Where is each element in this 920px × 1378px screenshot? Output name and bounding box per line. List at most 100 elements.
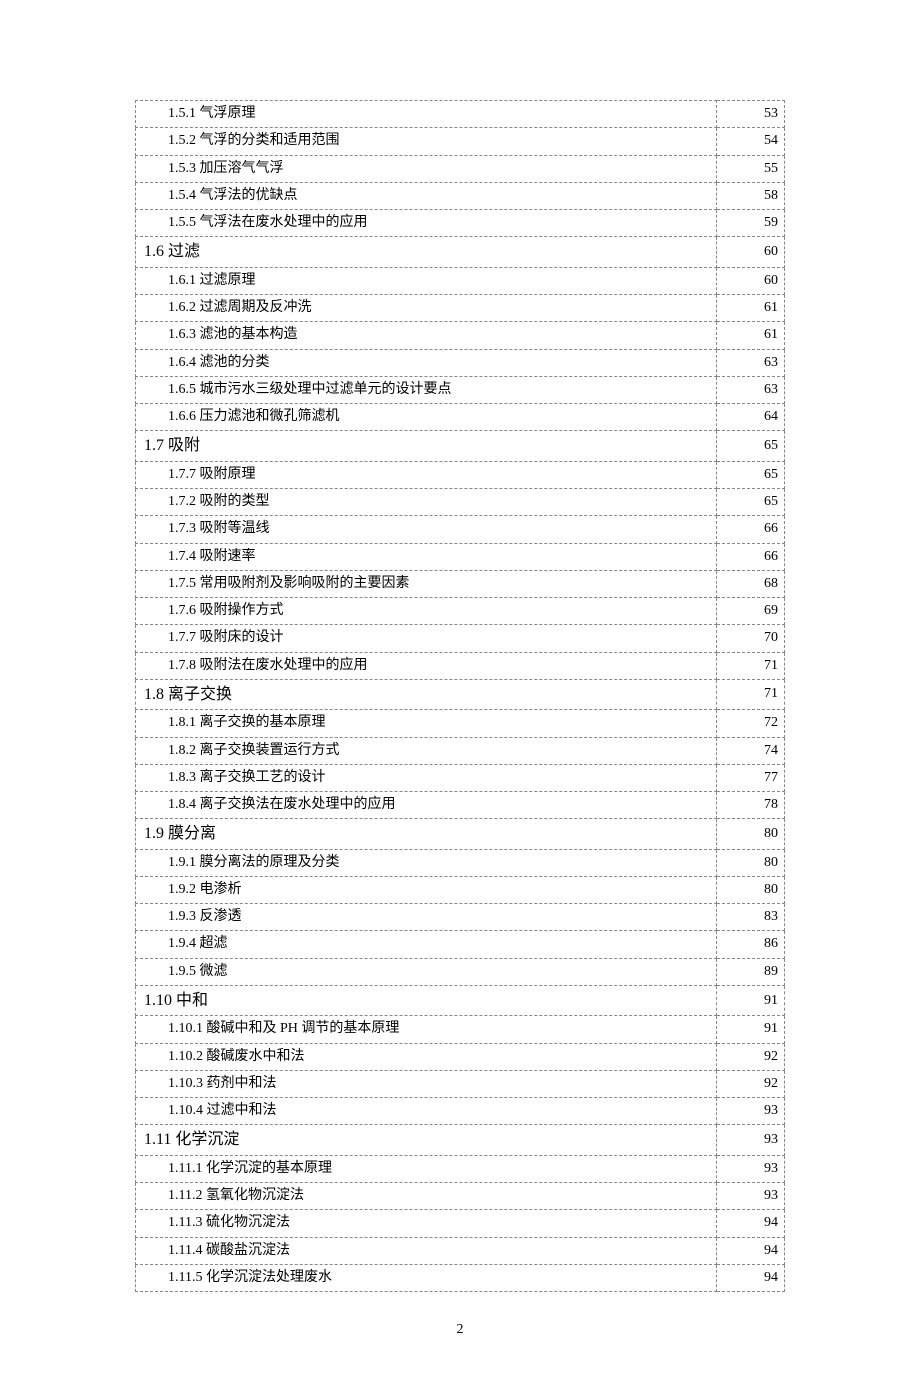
- toc-row: 1.10.3 药剂中和法92: [136, 1070, 785, 1097]
- toc-row: 1.9.2 电渗析80: [136, 876, 785, 903]
- toc-entry-title: 1.9.5 微滤: [136, 958, 717, 985]
- toc-entry-text: 吸附原理: [196, 467, 256, 482]
- toc-entry-page: 91: [717, 1016, 785, 1043]
- toc-entry-number: 1.7.7: [168, 630, 196, 645]
- toc-row: 1.7.3 吸附等温线66: [136, 516, 785, 543]
- toc-entry-text: 中和: [172, 992, 208, 1009]
- toc-entry-page: 80: [717, 876, 785, 903]
- toc-entry-page: 63: [717, 376, 785, 403]
- toc-row: 1.5.5 气浮法在废水处理中的应用59: [136, 210, 785, 237]
- toc-row: 1.5.3 加压溶气气浮55: [136, 155, 785, 182]
- toc-entry-number: 1.5.5: [168, 215, 196, 230]
- toc-entry-text: 吸附: [164, 437, 200, 454]
- toc-row: 1.6.5 城市污水三级处理中过滤单元的设计要点63: [136, 376, 785, 403]
- toc-row: 1.11.3 硫化物沉淀法94: [136, 1210, 785, 1237]
- toc-entry-text: 酸碱中和及 PH 调节的基本原理: [203, 1021, 399, 1036]
- toc-entry-page: 66: [717, 543, 785, 570]
- toc-entry-text: 吸附速率: [196, 549, 256, 564]
- toc-entry-number: 1.6.5: [168, 382, 196, 397]
- toc-entry-title: 1.8.2 离子交换装置运行方式: [136, 737, 717, 764]
- toc-entry-title: 1.6.6 压力滤池和微孔筛滤机: [136, 404, 717, 431]
- toc-entry-text: 膜分离: [164, 825, 216, 842]
- toc-entry-page: 70: [717, 625, 785, 652]
- toc-row: 1.9 膜分离80: [136, 819, 785, 849]
- toc-entry-number: 1.9.2: [168, 882, 196, 897]
- toc-entry-title: 1.6 过滤: [136, 237, 717, 267]
- toc-entry-page: 91: [717, 986, 785, 1016]
- toc-entry-text: 离子交换装置运行方式: [196, 743, 340, 758]
- toc-row: 1.8 离子交换71: [136, 680, 785, 710]
- toc-entry-title: 1.7.7 吸附原理: [136, 461, 717, 488]
- toc-entry-title: 1.11 化学沉淀: [136, 1125, 717, 1155]
- toc-entry-number: 1.6.6: [168, 409, 196, 424]
- toc-row: 1.5.4 气浮法的优缺点58: [136, 182, 785, 209]
- toc-entry-text: 药剂中和法: [203, 1076, 277, 1091]
- toc-entry-title: 1.7.2 吸附的类型: [136, 488, 717, 515]
- toc-entry-page: 69: [717, 598, 785, 625]
- toc-entry-title: 1.9.1 膜分离法的原理及分类: [136, 849, 717, 876]
- toc-entry-page: 92: [717, 1070, 785, 1097]
- toc-entry-page: 92: [717, 1043, 785, 1070]
- toc-entry-number: 1.6.3: [168, 327, 196, 342]
- toc-entry-page: 71: [717, 652, 785, 679]
- toc-row: 1.7 吸附65: [136, 431, 785, 461]
- toc-entry-number: 1.8.3: [168, 770, 196, 785]
- toc-entry-title: 1.5.3 加压溶气气浮: [136, 155, 717, 182]
- toc-entry-text: 离子交换法在废水处理中的应用: [196, 797, 396, 812]
- toc-entry-text: 离子交换工艺的设计: [196, 770, 326, 785]
- toc-row: 1.7.7 吸附床的设计70: [136, 625, 785, 652]
- toc-entry-number: 1.9.1: [168, 855, 196, 870]
- toc-entry-number: 1.8.1: [168, 715, 196, 730]
- toc-row: 1.6 过滤60: [136, 237, 785, 267]
- toc-entry-page: 77: [717, 764, 785, 791]
- toc-entry-text: 气浮原理: [196, 106, 256, 121]
- toc-entry-page: 60: [717, 237, 785, 267]
- toc-entry-number: 1.11.1: [168, 1161, 202, 1176]
- toc-row: 1.6.6 压力滤池和微孔筛滤机64: [136, 404, 785, 431]
- toc-entry-text: 吸附操作方式: [196, 603, 284, 618]
- toc-entry-page: 83: [717, 904, 785, 931]
- toc-row: 1.7.5 常用吸附剂及影响吸附的主要因素68: [136, 570, 785, 597]
- toc-entry-number: 1.11: [144, 1131, 171, 1148]
- toc-entry-number: 1.11.5: [168, 1270, 202, 1285]
- toc-entry-page: 60: [717, 267, 785, 294]
- toc-entry-text: 微滤: [196, 964, 228, 979]
- toc-entry-page: 65: [717, 461, 785, 488]
- toc-row: 1.7.4 吸附速率 66: [136, 543, 785, 570]
- toc-entry-number: 1.8: [144, 686, 164, 703]
- toc-entry-number: 1.11.2: [168, 1188, 202, 1203]
- toc-entry-number: 1.10: [144, 992, 172, 1009]
- toc-row: 1.8.3 离子交换工艺的设计 77: [136, 764, 785, 791]
- toc-entry-text: 气浮的分类和适用范围: [196, 133, 340, 148]
- toc-entry-number: 1.7.4: [168, 549, 196, 564]
- toc-entry-title: 1.11.4 碳酸盐沉淀法: [136, 1237, 717, 1264]
- toc-row: 1.7.2 吸附的类型65: [136, 488, 785, 515]
- toc-entry-page: 94: [717, 1210, 785, 1237]
- toc-entry-page: 66: [717, 516, 785, 543]
- toc-entry-title: 1.8 离子交换: [136, 680, 717, 710]
- toc-row: 1.8.1 离子交换的基本原理72: [136, 710, 785, 737]
- toc-entry-number: 1.11.3: [168, 1215, 202, 1230]
- toc-entry-number: 1.7.2: [168, 494, 196, 509]
- toc-row: 1.10.1 酸碱中和及 PH 调节的基本原理91: [136, 1016, 785, 1043]
- toc-entry-text: 吸附法在废水处理中的应用: [196, 658, 368, 673]
- toc-entry-text: 过滤周期及反冲洗: [196, 300, 312, 315]
- toc-entry-number: 1.5.2: [168, 133, 196, 148]
- toc-entry-text: 氢氧化物沉淀法: [202, 1188, 304, 1203]
- toc-entry-text: 超滤: [196, 936, 228, 951]
- toc-entry-title: 1.11.3 硫化物沉淀法: [136, 1210, 717, 1237]
- toc-row: 1.8.4 离子交换法在废水处理中的应用78: [136, 792, 785, 819]
- toc-entry-number: 1.9.5: [168, 964, 196, 979]
- toc-entry-page: 54: [717, 128, 785, 155]
- toc-entry-page: 61: [717, 294, 785, 321]
- toc-entry-page: 80: [717, 819, 785, 849]
- toc-entry-number: 1.8.4: [168, 797, 196, 812]
- toc-entry-text: 滤池的分类: [196, 355, 270, 370]
- toc-row: 1.6.1 过滤原理60: [136, 267, 785, 294]
- toc-entry-number: 1.9.3: [168, 909, 196, 924]
- toc-row: 1.10 中和 91: [136, 986, 785, 1016]
- toc-row: 1.5.1 气浮原理53: [136, 101, 785, 128]
- toc-entry-page: 68: [717, 570, 785, 597]
- toc-entry-title: 1.11.2 氢氧化物沉淀法: [136, 1182, 717, 1209]
- toc-entry-text: 离子交换: [164, 686, 232, 703]
